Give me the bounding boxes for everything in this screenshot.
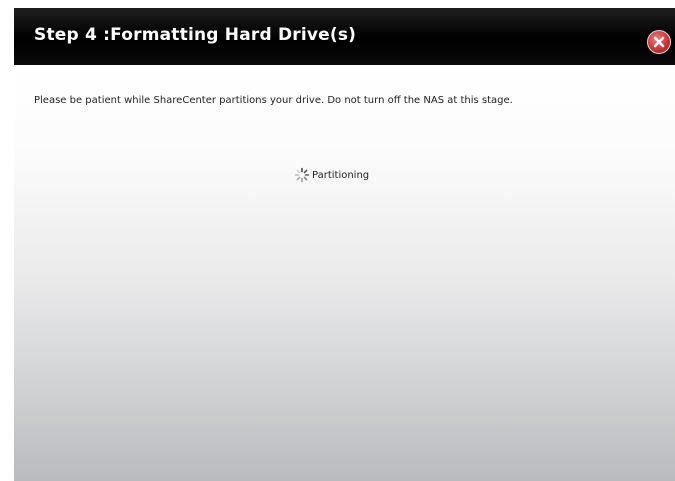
dialog-body: Please be patient while ShareCenter part… xyxy=(14,65,675,481)
dialog-titlebar: Step 4 :Formatting Hard Drive(s) xyxy=(14,8,675,65)
close-icon xyxy=(653,36,665,48)
formatting-dialog: Step 4 :Formatting Hard Drive(s) Please … xyxy=(14,0,675,481)
status-text: Partitioning xyxy=(312,169,370,181)
spinner-icon xyxy=(294,167,310,183)
close-button[interactable] xyxy=(647,30,671,54)
dialog-title: Step 4 :Formatting Hard Drive(s) xyxy=(34,25,357,45)
progress-status: Partitioning xyxy=(294,167,369,183)
instruction-message: Please be patient while ShareCenter part… xyxy=(34,95,513,106)
